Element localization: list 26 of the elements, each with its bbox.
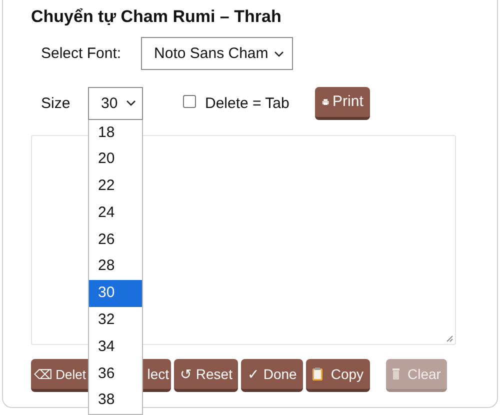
size-option[interactable]: 24 <box>89 200 142 227</box>
size-option[interactable]: 34 <box>89 334 142 361</box>
page-title: Chuyển tự Cham Rumi – Thrah <box>31 6 282 28</box>
trash-icon <box>392 368 400 380</box>
size-option[interactable]: 18 <box>89 120 142 146</box>
printer-icon <box>322 96 330 106</box>
size-option[interactable]: 30 <box>89 280 142 308</box>
action-button[interactable]: ↺ Reset <box>174 359 238 392</box>
caret-icon <box>126 100 136 106</box>
caret-icon <box>274 50 284 56</box>
clipboard-icon <box>312 367 323 381</box>
resize-handle-icon[interactable] <box>446 335 453 342</box>
size-option[interactable]: 28 <box>89 253 142 280</box>
size-option[interactable]: 32 <box>89 307 142 334</box>
delete-tab-checkbox[interactable] <box>183 94 196 108</box>
action-button[interactable]: ✓ Done <box>241 359 303 392</box>
action-button[interactable]: Copy <box>306 359 370 392</box>
delete-tab-label: Delete = Tab <box>205 94 290 112</box>
font-select[interactable]: Noto Sans Cham <box>141 37 294 70</box>
print-button[interactable]: Print <box>315 86 370 120</box>
size-option[interactable]: 26 <box>89 226 142 254</box>
size-option[interactable]: 20 <box>89 146 142 174</box>
size-label: Size <box>41 94 72 112</box>
size-option[interactable]: 22 <box>89 173 142 200</box>
size-select[interactable]: 30 <box>88 86 143 120</box>
font-label: Select Font: <box>41 45 122 62</box>
